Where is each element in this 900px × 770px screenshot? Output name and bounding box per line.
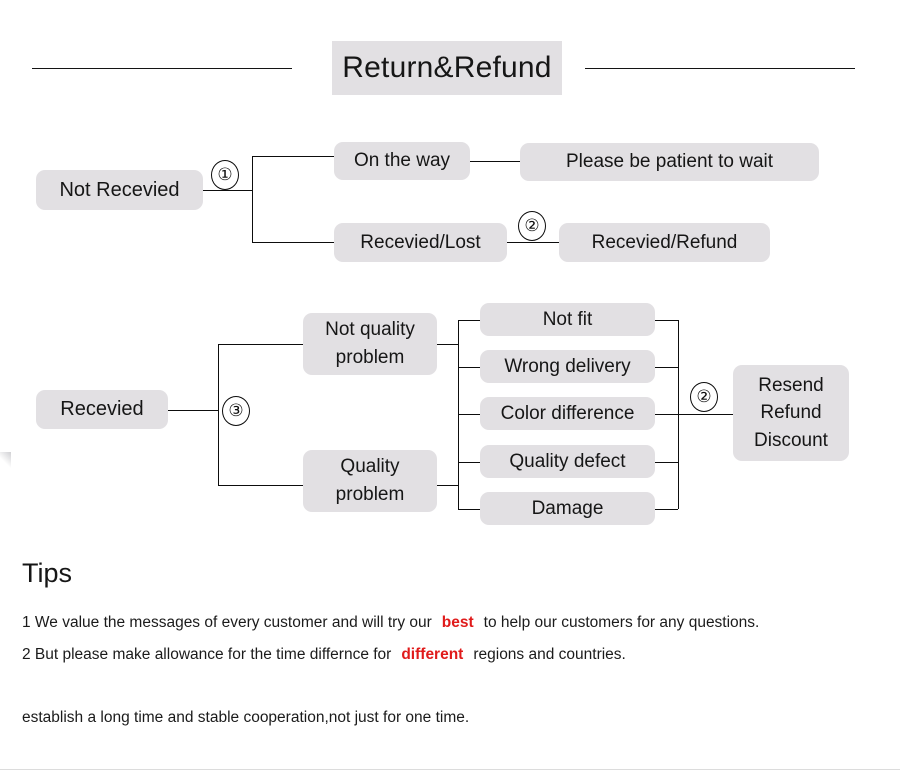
node-received-refund[interactable]: Recevied/Refund: [559, 223, 770, 262]
connector-reason-0-right: [655, 320, 678, 321]
connector-spine-to-outcome: [678, 414, 733, 415]
tips-line-2-prefix: 2 But please make allowance for the time…: [22, 646, 392, 663]
node-received-label: Recevied: [60, 398, 144, 421]
node-not-quality-problem-line2: problem: [335, 347, 405, 368]
step-marker-3: ③: [222, 396, 250, 426]
node-quality-problem[interactable]: Quality problem: [303, 450, 437, 512]
connector-reason-3-right: [655, 462, 678, 463]
tips-line-1-highlight: best: [441, 614, 474, 631]
tips-line-2-suffix: regions and countries.: [473, 646, 626, 663]
node-reason-not-fit[interactable]: Not fit: [480, 303, 655, 336]
connector-received-lost-to-outcome: [507, 242, 559, 243]
node-reason-quality-defect-label: Quality defect: [509, 450, 626, 472]
node-outcome-line3: Discount: [754, 429, 828, 451]
connector-spine-to-on-the-way: [252, 156, 334, 157]
node-please-be-patient-label: Please be patient to wait: [565, 151, 774, 173]
tips-line-1: 1 We value the messages of every custome…: [22, 614, 759, 632]
node-not-received-label: Not Recevied: [59, 178, 180, 201]
tips-line-3-label: establish a long time and stable coopera…: [22, 709, 470, 726]
connector-reason-1-left: [458, 367, 480, 368]
connector-reason-3-left: [458, 462, 480, 463]
node-reason-wrong-delivery-label: Wrong delivery: [504, 355, 631, 377]
return-refund-page: Return&Refund Not Recevied ① On the way …: [0, 0, 900, 770]
connector-quality-to-middle-spine: [437, 485, 458, 486]
page-title: Return&Refund: [332, 41, 562, 95]
node-reason-not-fit-label: Not fit: [542, 308, 593, 330]
connector-reason-0-left: [458, 320, 480, 321]
node-reason-quality-defect[interactable]: Quality defect: [480, 445, 655, 478]
step-marker-2b-label: ②: [696, 387, 712, 406]
step-marker-1-label: ①: [217, 165, 233, 184]
node-received-lost[interactable]: Recevied/Lost: [334, 223, 507, 262]
connector-on-the-way-to-outcome: [470, 161, 520, 162]
tips-line-1-suffix: to help our customers for any questions.: [483, 614, 760, 631]
node-outcome-line1: Resend: [758, 374, 824, 396]
node-reason-color-difference[interactable]: Color difference: [480, 397, 655, 430]
spine-not-received: [252, 156, 253, 243]
node-not-quality-problem-line1: Not quality: [325, 319, 415, 341]
node-reason-color-difference-label: Color difference: [500, 402, 635, 424]
connector-root-to-spine-1: [203, 190, 252, 191]
node-on-the-way[interactable]: On the way: [334, 142, 470, 180]
connector-reason-2-left: [458, 414, 480, 415]
connector-spine-to-received-lost: [252, 242, 334, 243]
tips-line-2: 2 But please make allowance for the time…: [22, 646, 626, 664]
connector-reason-1-right: [655, 367, 678, 368]
tips-line-1-prefix: 1 We value the messages of every custome…: [22, 614, 432, 631]
node-outcome-resend-refund-discount[interactable]: Resend Refund Discount: [733, 365, 849, 461]
header-rule-left: [32, 68, 292, 69]
tips-line-3: establish a long time and stable coopera…: [22, 709, 469, 727]
edge-artifact: [0, 452, 11, 468]
connector-root-to-spine-2: [168, 410, 218, 411]
step-marker-3-label: ③: [228, 401, 244, 420]
spine-received-left: [218, 344, 219, 485]
tips-heading-label: Tips: [22, 558, 73, 588]
connector-not-quality-to-middle-spine: [437, 344, 458, 345]
connector-reason-2-right: [655, 414, 678, 415]
tips-heading: Tips: [22, 558, 72, 589]
step-marker-1: ①: [211, 160, 239, 190]
step-marker-2a-label: ②: [524, 216, 540, 235]
header-rule-right: [585, 68, 855, 69]
node-received-refund-label: Recevied/Refund: [591, 231, 738, 253]
node-on-the-way-label: On the way: [353, 150, 451, 172]
node-reason-damage-label: Damage: [531, 497, 604, 519]
node-reason-wrong-delivery[interactable]: Wrong delivery: [480, 350, 655, 383]
node-please-be-patient[interactable]: Please be patient to wait: [520, 143, 819, 181]
node-not-received[interactable]: Not Recevied: [36, 170, 203, 210]
connector-spine-to-quality: [218, 485, 303, 486]
connector-reason-4-right: [655, 509, 678, 510]
step-marker-2b: ②: [690, 382, 718, 412]
node-received[interactable]: Recevied: [36, 390, 168, 429]
step-marker-2a: ②: [518, 211, 546, 241]
node-received-lost-label: Recevied/Lost: [360, 231, 481, 253]
node-not-quality-problem[interactable]: Not quality problem: [303, 313, 437, 375]
node-quality-problem-line1: Quality: [340, 456, 400, 478]
node-quality-problem-line2: problem: [335, 484, 405, 505]
connector-reason-4-left: [458, 509, 480, 510]
page-title-text: Return&Refund: [342, 51, 552, 84]
node-outcome-line2: Refund: [760, 402, 822, 424]
tips-line-2-highlight: different: [401, 646, 464, 663]
node-reason-damage[interactable]: Damage: [480, 492, 655, 525]
connector-spine-to-not-quality: [218, 344, 303, 345]
